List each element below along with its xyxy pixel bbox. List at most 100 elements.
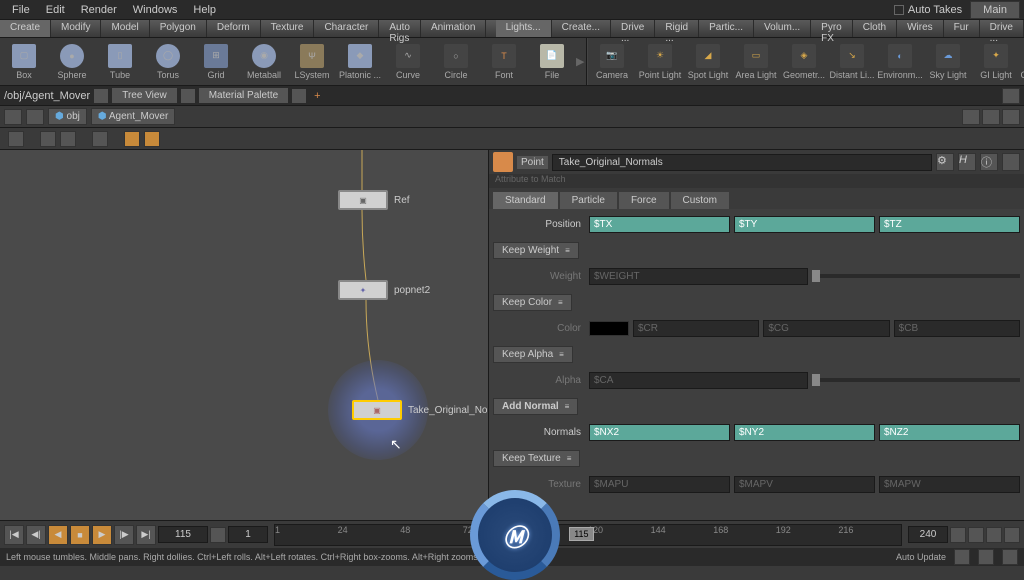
shelf-tab-lights[interactable]: Lights... [496, 20, 552, 37]
node-name-field[interactable]: Take_Original_Normals [552, 154, 932, 171]
keep-alpha-dropdown[interactable]: Keep Alpha≡ [493, 346, 573, 363]
shelf-causticlight[interactable]: ≋Caustic Li... [1020, 38, 1024, 85]
shelf-envlight[interactable]: ◐Environm... [876, 38, 924, 85]
add-tab-icon[interactable]: + [314, 90, 320, 102]
close-tab-icon[interactable] [181, 89, 195, 103]
key-icon[interactable] [210, 527, 226, 543]
network-view[interactable]: ▣ Ref ✦ popnet2 ▣ Take_Original_Norm ↖ [0, 150, 488, 520]
layout-icon[interactable] [40, 131, 56, 147]
menu-render[interactable]: Render [73, 2, 125, 18]
shelf-camera[interactable]: 📷Camera [588, 38, 636, 85]
node-take-normals[interactable]: ▣ Take_Original_Norm [352, 400, 488, 420]
keep-weight-dropdown[interactable]: Keep Weight≡ [493, 242, 579, 259]
shelf-tab-pyrofx[interactable]: Pyro FX [811, 20, 853, 37]
last-frame-button[interactable]: ▶| [136, 525, 156, 545]
expose-icon[interactable] [982, 109, 1000, 125]
shelf-file[interactable]: 📄File [528, 38, 576, 85]
shelf-font[interactable]: TFont [480, 38, 528, 85]
comment-icon[interactable] [1002, 153, 1020, 171]
tab-particle[interactable]: Particle [560, 192, 617, 209]
shelf-circle[interactable]: ○Circle [432, 38, 480, 85]
shelf-tab-wires[interactable]: Wires [897, 20, 944, 37]
keep-color-dropdown[interactable]: Keep Color≡ [493, 294, 572, 311]
list-view-icon[interactable] [8, 131, 24, 147]
close-tab-icon[interactable] [292, 89, 306, 103]
shelf-sphere[interactable]: ●Sphere [48, 38, 96, 85]
global-anim-icon[interactable] [1004, 527, 1020, 543]
shelf-tab-polygon[interactable]: Polygon [150, 20, 207, 37]
playhead[interactable]: 115 [569, 527, 593, 541]
position-x-field[interactable]: $TX [589, 216, 730, 233]
first-frame-button[interactable]: |◀ [4, 525, 24, 545]
menu-file[interactable]: File [4, 2, 38, 18]
shelf-grid[interactable]: ⊞Grid [192, 38, 240, 85]
shelf-tab-volum[interactable]: Volum... [754, 20, 811, 37]
autotakes-checkbox[interactable] [894, 5, 904, 15]
shelf-tab-drive2[interactable]: Drive ... [980, 20, 1024, 37]
shelf-box[interactable]: ▢Box [0, 38, 48, 85]
help-icon[interactable]: H [958, 153, 976, 171]
shelf-torus[interactable]: ◯Torus [144, 38, 192, 85]
keep-texture-dropdown[interactable]: Keep Texture≡ [493, 450, 580, 467]
shelf-tab-rigid[interactable]: Rigid ... [655, 20, 699, 37]
shelf-tube[interactable]: ▯Tube [96, 38, 144, 85]
shelf-curve[interactable]: ∿Curve [384, 38, 432, 85]
shelf-lsystem[interactable]: ΨLSystem [288, 38, 336, 85]
group-icon[interactable] [92, 131, 108, 147]
timeline-ruler[interactable]: 1 24 48 72 96 120 144 168 192 216 115 [274, 524, 902, 546]
grid-icon[interactable] [60, 131, 76, 147]
shelf-tab-drive[interactable]: Drive ... [611, 20, 655, 37]
shelf-tab-cloth[interactable]: Cloth [853, 20, 897, 37]
normals-z-field[interactable]: $NZ2 [879, 424, 1020, 441]
node-body[interactable]: ✦ [338, 280, 388, 300]
note-icon[interactable] [124, 131, 140, 147]
take-selector[interactable]: Main [970, 1, 1020, 19]
shelf-geomlight[interactable]: ◈Geometr... [780, 38, 828, 85]
menu-windows[interactable]: Windows [125, 2, 186, 18]
shelf-tab-fur[interactable]: Fur [944, 20, 980, 37]
breadcrumb-node[interactable]: ⬢ Agent_Mover [91, 108, 175, 125]
menu-edit[interactable]: Edit [38, 2, 73, 18]
shelf-tab-modify[interactable]: Modify [51, 20, 101, 37]
normals-y-field[interactable]: $NY2 [734, 424, 875, 441]
pin-icon[interactable] [962, 109, 980, 125]
shelf-metaball[interactable]: ◉Metaball [240, 38, 288, 85]
shelf-tab-character[interactable]: Character [314, 20, 379, 37]
find-icon[interactable] [1002, 109, 1020, 125]
gear-icon[interactable] [1002, 88, 1020, 104]
start-frame-field[interactable] [228, 526, 268, 543]
shelf-arealight[interactable]: ▭Area Light [732, 38, 780, 85]
current-frame-field[interactable] [158, 526, 208, 543]
shelf-tab-create[interactable]: Create [0, 20, 51, 37]
shelf-tab-texture[interactable]: Texture [261, 20, 315, 37]
tab-standard[interactable]: Standard [493, 192, 558, 209]
nav-forward-icon[interactable] [26, 109, 44, 125]
play-back-button[interactable]: ◀ [48, 525, 68, 545]
shelf-platonic[interactable]: ◆Platonic ... [336, 38, 384, 85]
shelf-tab-model[interactable]: Model [101, 20, 149, 37]
stop-button[interactable]: ■ [70, 525, 90, 545]
shelf-gilight[interactable]: ✦GI Light [972, 38, 1020, 85]
prev-key-button[interactable]: ◀| [26, 525, 46, 545]
position-z-field[interactable]: $TZ [879, 216, 1020, 233]
cache-icon[interactable] [978, 549, 994, 565]
tab-force[interactable]: Force [619, 192, 669, 209]
cook-icon[interactable] [954, 549, 970, 565]
node-body[interactable]: ▣ [352, 400, 402, 420]
shelf-tab-deform[interactable]: Deform [207, 20, 261, 37]
end-frame-field[interactable] [908, 526, 948, 543]
shelf-spotlight[interactable]: ◢Spot Light [684, 38, 732, 85]
shelf-tab-autorigs[interactable]: Auto Rigs [379, 20, 421, 37]
add-normal-dropdown[interactable]: Add Normal≡ [493, 398, 578, 415]
shelf-tab-animation[interactable]: Animation [421, 20, 486, 37]
normals-x-field[interactable]: $NX2 [589, 424, 730, 441]
position-y-field[interactable]: $TY [734, 216, 875, 233]
audio-icon[interactable] [986, 527, 1002, 543]
close-tab-icon[interactable] [94, 89, 108, 103]
realtime-icon[interactable] [968, 527, 984, 543]
node-body[interactable]: ▣ [338, 190, 388, 210]
node-popnet[interactable]: ✦ popnet2 [338, 280, 430, 300]
gear-icon[interactable]: ⚙ [936, 153, 954, 171]
shelf-skylight[interactable]: ☁Sky Light [924, 38, 972, 85]
node-ref[interactable]: ▣ Ref [338, 190, 410, 210]
